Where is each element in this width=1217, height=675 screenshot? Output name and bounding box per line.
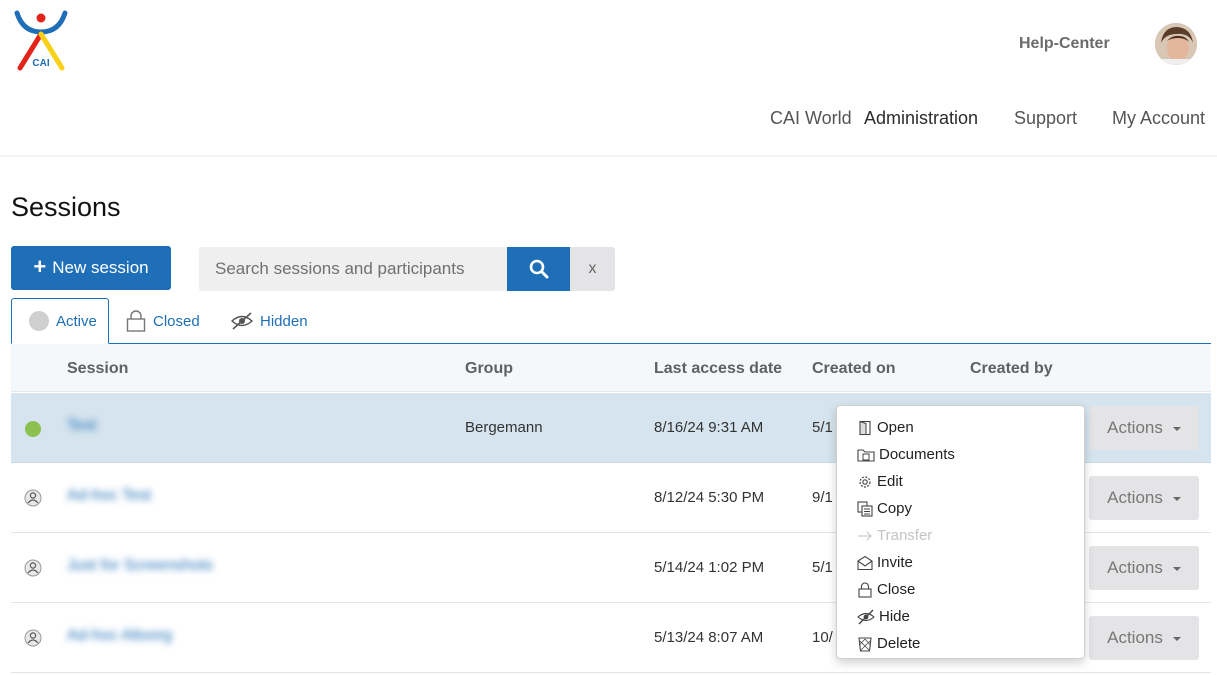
top-header: CAI Help-Center CAI World Administration… — [0, 0, 1217, 157]
last-access-cell: 5/13/24 8:07 AM — [654, 629, 764, 646]
cai-logo[interactable]: CAI — [14, 10, 68, 72]
menu-item-edit[interactable]: Edit — [837, 468, 1084, 495]
menu-item-delete-label: Delete — [877, 635, 921, 652]
column-session[interactable]: Session — [67, 360, 128, 378]
gear-icon — [859, 475, 871, 488]
envelope-icon — [857, 555, 873, 570]
menu-item-copy[interactable]: Copy — [837, 495, 1084, 522]
session-name-link[interactable]: Ad-hoc Altoorg — [67, 627, 172, 645]
lock-icon — [126, 310, 146, 332]
user-avatar[interactable] — [1155, 23, 1197, 65]
eye-slash-icon — [857, 609, 875, 624]
copy-icon — [857, 500, 873, 517]
group-cell: Bergemann — [465, 419, 543, 436]
column-group[interactable]: Group — [465, 360, 513, 378]
last-access-cell: 8/16/24 9:31 AM — [654, 419, 764, 436]
session-name-link[interactable]: Ad-hoc Test — [67, 487, 151, 505]
participants-idle-icon — [24, 559, 42, 577]
search-input[interactable] — [199, 247, 507, 291]
actions-label: Actions — [1107, 488, 1163, 507]
created-on-cell: 5/1 — [812, 419, 833, 436]
column-created-on[interactable]: Created on — [812, 360, 896, 378]
search-button[interactable] — [507, 247, 570, 291]
menu-item-invite-label: Invite — [877, 554, 913, 571]
actions-dropdown-menu: Open Documents Edit Copy Transfer Invite… — [836, 405, 1085, 659]
caret-down-icon — [1172, 427, 1181, 431]
caret-down-icon — [1172, 637, 1181, 641]
tab-closed[interactable]: Closed — [126, 298, 200, 344]
plus-icon: + — [33, 254, 47, 279]
session-name-link[interactable]: Just for Screenshots — [67, 557, 213, 575]
last-access-cell: 8/12/24 5:30 PM — [654, 489, 765, 506]
tab-hidden-label: Hidden — [260, 312, 308, 330]
caret-down-icon — [1172, 567, 1181, 571]
folder-icon — [857, 448, 875, 462]
menu-item-hide-label: Hide — [879, 608, 910, 625]
participants-idle-icon — [24, 489, 42, 507]
lock-icon — [858, 581, 872, 598]
nav-my-account[interactable]: My Account — [1112, 108, 1205, 129]
menu-item-close[interactable]: Close — [837, 576, 1084, 603]
menu-item-transfer-label: Transfer — [877, 527, 933, 544]
created-on-cell: 9/1 — [812, 489, 833, 506]
menu-item-edit-label: Edit — [877, 473, 903, 490]
menu-item-open-label: Open — [877, 419, 914, 436]
menu-item-close-label: Close — [877, 581, 916, 598]
help-center-link[interactable]: Help-Center — [1019, 35, 1110, 53]
arrow-right-icon — [858, 531, 872, 540]
menu-item-hide[interactable]: Hide — [837, 603, 1084, 630]
tab-hidden[interactable]: Hidden — [231, 298, 308, 344]
svg-text:CAI: CAI — [32, 58, 49, 69]
menu-item-documents[interactable]: Documents — [837, 441, 1084, 468]
participants-idle-icon — [24, 629, 42, 647]
column-last-access[interactable]: Last access date — [654, 360, 782, 378]
menu-item-copy-label: Copy — [877, 500, 913, 517]
session-name-link[interactable]: Test — [67, 417, 96, 435]
actions-button[interactable]: Actions — [1089, 616, 1199, 660]
actions-button[interactable]: Actions — [1089, 476, 1199, 520]
caret-down-icon — [1172, 497, 1181, 501]
new-session-button[interactable]: + New session — [11, 246, 171, 290]
nav-cai-world[interactable]: CAI World — [770, 108, 852, 129]
tab-closed-label: Closed — [153, 312, 200, 330]
tab-active-label: Active — [56, 312, 97, 330]
actions-label: Actions — [1107, 628, 1163, 647]
menu-item-open[interactable]: Open — [837, 414, 1084, 441]
new-session-label: New session — [52, 258, 149, 277]
eye-slash-icon — [231, 312, 253, 330]
status-circle-icon — [29, 311, 49, 331]
created-on-cell: 5/1 — [812, 559, 833, 576]
menu-item-transfer: Transfer — [837, 522, 1084, 549]
actions-button[interactable]: Actions — [1089, 546, 1199, 590]
menu-item-delete[interactable]: Delete — [837, 630, 1084, 657]
actions-label: Actions — [1107, 418, 1163, 437]
active-status-icon — [25, 421, 41, 437]
nav-administration[interactable]: Administration — [864, 108, 978, 129]
last-access-cell: 5/14/24 1:02 PM — [654, 559, 765, 576]
column-created-by[interactable]: Created by — [970, 360, 1053, 378]
search-icon — [529, 259, 548, 279]
clear-search-button[interactable]: x — [570, 247, 615, 291]
nav-support[interactable]: Support — [1014, 108, 1077, 129]
actions-button[interactable]: Actions — [1089, 406, 1199, 450]
trash-icon — [858, 636, 872, 652]
page-title: Sessions — [11, 192, 121, 222]
tab-active[interactable]: Active — [11, 298, 109, 344]
menu-item-documents-label: Documents — [879, 446, 955, 463]
table-header: Session Group Last access date Created o… — [11, 344, 1211, 392]
created-on-cell: 10/ — [812, 629, 833, 646]
menu-item-invite[interactable]: Invite — [837, 549, 1084, 576]
door-icon — [859, 420, 871, 435]
actions-label: Actions — [1107, 558, 1163, 577]
